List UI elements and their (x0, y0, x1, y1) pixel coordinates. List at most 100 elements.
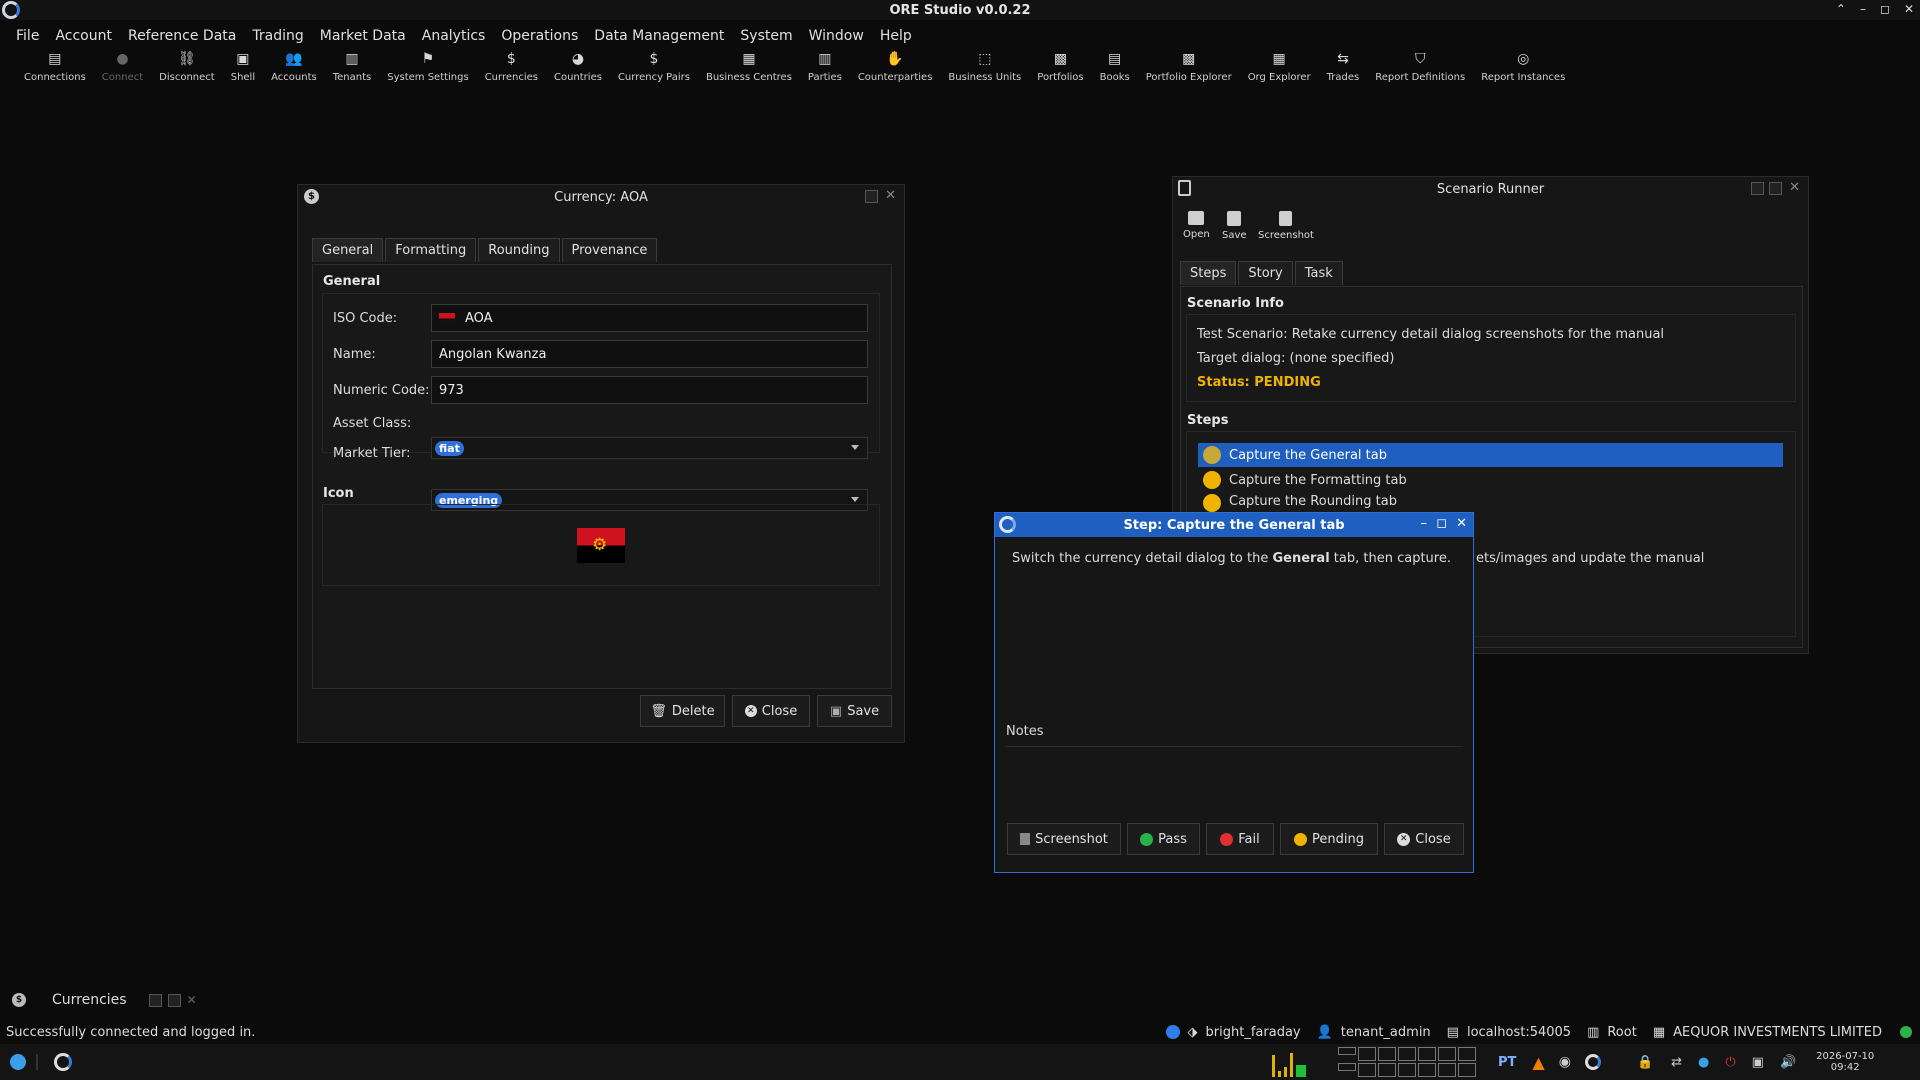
fail-button[interactable]: Fail (1206, 823, 1274, 855)
toolbar-books-button[interactable]: ▤ Books (1092, 50, 1138, 92)
minimize-icon[interactable] (865, 190, 878, 203)
scenario-screenshot-button[interactable]: Screenshot (1258, 211, 1314, 241)
toolbar-connections-button[interactable]: ▤ Connections (16, 50, 94, 92)
menu-help[interactable]: Help (872, 25, 920, 47)
vlc-icon[interactable]: ▲ (1532, 1053, 1544, 1072)
asset-class-select[interactable]: fiat (431, 437, 868, 459)
volume-icon[interactable]: 🔊 (1780, 1055, 1796, 1070)
tab-rounding[interactable]: Rounding (478, 238, 560, 262)
menu-operations[interactable]: Operations (493, 25, 586, 47)
building-icon: ▦ (742, 51, 756, 67)
toolbar-label: Accounts (271, 72, 317, 83)
status-right: ⬗ bright_faraday 👤 tenant_admin ▤ localh… (1165, 1025, 1912, 1040)
minimize-icon[interactable]: – (1421, 516, 1428, 531)
save-button[interactable]: ▣ Save (817, 695, 892, 727)
toolbar-business-units-button[interactable]: ⬚ Business Units (940, 50, 1029, 92)
menu-reference-data[interactable]: Reference Data (120, 25, 244, 47)
close-button[interactable]: ✕ Close (732, 695, 810, 727)
delete-button[interactable]: 🗑 Delete (640, 695, 725, 727)
toolbar-tenants-button[interactable]: ▥ Tenants (325, 50, 380, 92)
pending-button[interactable]: Pending (1280, 823, 1378, 855)
maximize-icon[interactable] (167, 993, 181, 1007)
step-item[interactable]: Capture the Rounding tab (1198, 494, 1397, 512)
ore-studio-task-icon[interactable] (54, 1053, 72, 1071)
toolbar-accounts-button[interactable]: 👥 Accounts (263, 50, 325, 92)
maximize-icon[interactable] (1769, 182, 1782, 195)
notes-label: Notes (1006, 724, 1044, 739)
virtual-desktops-pager[interactable] (1338, 1047, 1480, 1077)
menu-account[interactable]: Account (47, 25, 120, 47)
toolbar-report-instances-button[interactable]: ◎ Report Instances (1473, 50, 1573, 92)
toolbar-counterparties-button[interactable]: ✋ Counterparties (850, 50, 941, 92)
tab-provenance[interactable]: Provenance (561, 238, 658, 262)
toolbar-currencies-button[interactable]: $ Currencies (477, 50, 546, 92)
menu-analytics[interactable]: Analytics (414, 25, 494, 47)
pass-button[interactable]: Pass (1127, 823, 1200, 855)
tab-steps[interactable]: Steps (1180, 261, 1237, 285)
toolbar-connect-button[interactable]: ● Connect (94, 50, 151, 92)
scenario-open-button[interactable]: Open (1183, 211, 1210, 240)
toolbar-disconnect-button[interactable]: ⛓ Disconnect (151, 50, 223, 92)
telegram-icon[interactable]: ● (1698, 1055, 1709, 1070)
iso-code-field[interactable]: AOA (431, 304, 868, 332)
menu-file[interactable]: File (8, 25, 47, 47)
toolbar-label: Connections (24, 72, 86, 83)
restore-icon[interactable] (148, 993, 162, 1007)
numeric-code-field[interactable]: 973 (431, 376, 868, 404)
taskbar-separator (36, 1054, 38, 1070)
menu-trading[interactable]: Trading (244, 25, 311, 47)
toolbar-trades-button[interactable]: ⇆ Trades (1319, 50, 1368, 92)
toolbar-parties-button[interactable]: ▥ Parties (800, 50, 850, 92)
keyboard-layout[interactable]: PT (1498, 1055, 1516, 1070)
toolbar-countries-button[interactable]: ◕ Countries (546, 50, 610, 92)
toolbar-currency-pairs-button[interactable]: $ Currency Pairs (610, 50, 698, 92)
start-menu-icon[interactable] (10, 1054, 26, 1070)
network-icon[interactable]: ⇄ (1671, 1055, 1682, 1070)
name-field[interactable]: Angolan Kwanza (431, 340, 868, 368)
clock[interactable]: 2026-07-10 09:42 (1816, 1051, 1874, 1073)
power-icon[interactable]: ⏻ (1725, 1055, 1735, 1070)
step-item-selected[interactable]: Capture the General tab (1198, 443, 1783, 467)
menu-system[interactable]: System (732, 25, 800, 47)
toolbar-portfolio-explorer-button[interactable]: ▩ Portfolio Explorer (1138, 50, 1240, 92)
notes-input[interactable] (1005, 746, 1463, 804)
menu-window[interactable]: Window (801, 25, 872, 47)
menu-data-management[interactable]: Data Management (586, 25, 732, 47)
minimize-icon[interactable] (1751, 182, 1764, 195)
currency-tabs: General Formatting Rounding Provenance (312, 238, 658, 262)
menu-market-data[interactable]: Market Data (312, 25, 414, 47)
shell-icon: ▣ (236, 51, 250, 67)
lock-icon[interactable]: 🔒 (1637, 1055, 1653, 1070)
minimize-icon[interactable]: – (1860, 2, 1866, 16)
tab-general[interactable]: General (312, 238, 384, 262)
close-button[interactable]: ✕ Close (1384, 823, 1464, 855)
screenshot-button[interactable]: Screenshot (1007, 823, 1121, 855)
ore-tray-icon[interactable] (1584, 1054, 1601, 1070)
toolbar-label: Tenants (332, 72, 372, 83)
clipboard-tray-icon[interactable]: ▣ (1752, 1055, 1764, 1070)
screenshot-icon (1020, 833, 1031, 845)
window-title-bar: ORE Studio v0.0.22 (0, 0, 1920, 20)
tab-story[interactable]: Story (1238, 261, 1293, 285)
step-item[interactable]: Capture the Formatting tab (1198, 469, 1407, 491)
minimized-currencies-window[interactable]: $ Currencies ✕ (12, 989, 202, 1011)
tab-formatting[interactable]: Formatting (385, 238, 477, 262)
maximize-icon[interactable]: ◻ (1436, 516, 1447, 531)
tab-task[interactable]: Task (1294, 261, 1343, 285)
close-icon[interactable]: ✕ (1904, 2, 1914, 16)
toolbar-report-definitions-button[interactable]: ⛉ Report Definitions (1367, 50, 1473, 92)
toolbar-portfolios-button[interactable]: ▩ Portfolios (1029, 50, 1091, 92)
discord-icon[interactable]: ◉ (1559, 1054, 1571, 1070)
maximize-icon[interactable]: ◻ (1880, 2, 1890, 16)
close-icon[interactable]: ✕ (1789, 180, 1800, 195)
close-icon[interactable]: ✕ (187, 993, 197, 1007)
close-icon[interactable]: ✕ (1456, 516, 1467, 531)
toolbar-shell-button[interactable]: ▣ Shell (223, 50, 263, 92)
scenario-save-button[interactable]: Save (1222, 211, 1247, 241)
toolbar-system-settings-button[interactable]: ⚑ System Settings (379, 50, 476, 92)
toolbar-business-centres-button[interactable]: ▦ Business Centres (698, 50, 800, 92)
toolbar-label: Business Centres (705, 72, 792, 83)
toolbar-org-explorer-button[interactable]: ▦ Org Explorer (1240, 50, 1319, 92)
collapse-icon[interactable]: ⌃ (1836, 2, 1846, 16)
close-icon[interactable]: ✕ (885, 188, 896, 203)
